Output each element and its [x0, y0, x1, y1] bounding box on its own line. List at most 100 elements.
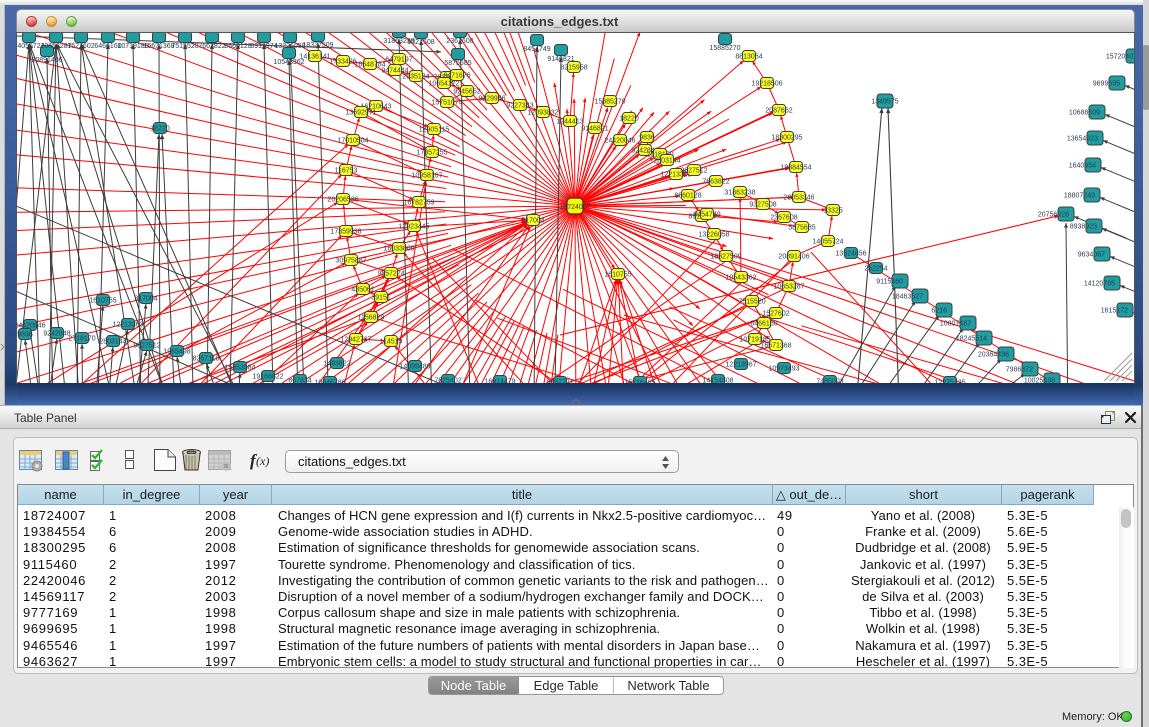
svg-text:9836: 9836	[639, 135, 655, 142]
svg-text:1349575: 1349575	[871, 99, 898, 106]
svg-text:9827512: 9827512	[133, 343, 160, 350]
svg-text:8660128: 8660128	[224, 43, 251, 50]
svg-text:10688609: 10688609	[1069, 110, 1100, 117]
svg-text:1244413: 1244413	[556, 119, 583, 126]
svg-text:10654122: 10654122	[428, 81, 459, 88]
svg-text:1640954: 1640954	[1069, 163, 1096, 170]
svg-text:13325: 13325	[823, 208, 843, 215]
svg-text:17357255: 17357255	[416, 150, 447, 157]
svg-text:15751074: 15751074	[431, 100, 462, 107]
svg-text:9634067: 9634067	[1078, 252, 1105, 259]
svg-text:7663822: 7663822	[198, 43, 225, 50]
svg-text:2718170: 2718170	[68, 336, 95, 343]
svg-text:5875685: 5875685	[444, 60, 471, 67]
svg-text:9242848: 9242848	[43, 331, 70, 338]
svg-text:6466160: 6466160	[750, 321, 777, 328]
svg-text:24420046: 24420046	[604, 138, 635, 145]
svg-text:1156829: 1156829	[358, 315, 385, 322]
svg-text:114519: 114519	[380, 339, 403, 346]
svg-text:252254: 252254	[864, 266, 887, 273]
svg-text:13654923: 13654923	[1067, 136, 1098, 143]
svg-text:14136141: 14136141	[299, 54, 330, 61]
svg-text:16671368: 16671368	[143, 43, 174, 50]
svg-text:18724007: 18724007	[559, 204, 590, 211]
svg-text:13524856: 13524856	[835, 251, 866, 258]
svg-text:2803144: 2803144	[653, 158, 680, 165]
svg-text:7515520: 7515520	[171, 43, 198, 50]
svg-text:9857224: 9857224	[377, 271, 404, 278]
svg-text:13692971: 13692971	[345, 110, 376, 117]
svg-text:7515520: 7515520	[738, 299, 765, 306]
svg-text:2803144: 2803144	[99, 339, 126, 346]
svg-text:9836: 9836	[17, 332, 33, 339]
svg-text:1527602: 1527602	[67, 43, 94, 50]
svg-text:1493822: 1493822	[323, 361, 350, 368]
svg-text:10958107: 10958107	[411, 173, 442, 180]
svg-text:1615172: 1615172	[1101, 308, 1128, 315]
svg-text:9146821: 9146821	[581, 126, 608, 133]
svg-text:20891406: 20891406	[778, 254, 809, 261]
svg-text:8454749: 8454749	[693, 212, 720, 219]
svg-text:1527602: 1527602	[762, 311, 789, 318]
svg-text:20206536: 20206536	[327, 197, 358, 204]
svg-text:9115460: 9115460	[876, 279, 903, 286]
svg-text:19384554: 19384554	[780, 165, 811, 172]
svg-text:7663822: 7663822	[702, 179, 729, 186]
svg-text:6216: 6216	[931, 308, 947, 315]
svg-text:15720407: 15720407	[1106, 54, 1134, 61]
svg-text:15885270: 15885270	[709, 45, 740, 52]
svg-text:18463627: 18463627	[892, 294, 923, 301]
svg-text:1610755: 1610755	[89, 298, 116, 305]
svg-text:8215958: 8215958	[560, 65, 587, 72]
svg-text:19166822: 19166822	[252, 374, 283, 381]
svg-text:16671368: 16671368	[760, 343, 791, 350]
svg-text:9327508: 9327508	[749, 202, 776, 209]
svg-text:9129946: 9129946	[478, 96, 505, 103]
svg-text:8454749: 8454749	[523, 46, 550, 53]
svg-text:18807249: 18807249	[1064, 193, 1095, 200]
svg-text:9227343: 9227343	[506, 103, 533, 110]
svg-text:14099489: 14099489	[399, 364, 430, 371]
svg-text:6479197: 6479197	[385, 57, 412, 64]
svg-text:(x): (x)	[256, 454, 269, 468]
svg-text:31863238: 31863238	[724, 190, 755, 197]
svg-text:18220: 18220	[619, 116, 639, 123]
svg-text:20756928: 20756928	[1038, 212, 1069, 219]
svg-text:12942737: 12942737	[340, 337, 371, 344]
svg-text:18327509: 18327509	[302, 42, 333, 49]
svg-text:17359938: 17359938	[330, 229, 361, 236]
svg-text:9699695: 9699695	[1093, 81, 1120, 88]
svg-text:17010504: 17010504	[337, 138, 368, 145]
svg-text:28053346: 28053346	[783, 195, 814, 202]
svg-text:8938923: 8938923	[1070, 224, 1097, 231]
svg-text:8660128: 8660128	[674, 193, 701, 200]
svg-text:817004: 817004	[521, 218, 544, 225]
svg-text:15353584: 15353584	[224, 365, 255, 372]
svg-text:2367608: 2367608	[446, 38, 473, 45]
svg-text:13226058: 13226058	[698, 232, 729, 239]
svg-text:7986372: 7986372	[1006, 367, 1033, 374]
svg-text:14120785: 14120785	[1084, 281, 1115, 288]
svg-text:10973493: 10973493	[768, 366, 799, 373]
svg-text:8267110: 8267110	[193, 356, 220, 363]
svg-text:30975887: 30975887	[335, 258, 366, 265]
svg-text:10653287: 10653287	[773, 284, 804, 291]
svg-text:1733426: 1733426	[329, 59, 356, 66]
svg-text:9245652: 9245652	[453, 89, 480, 96]
svg-text:18220: 18220	[150, 126, 170, 133]
svg-text:18245514: 18245514	[956, 336, 987, 343]
svg-text:10807487: 10807487	[940, 321, 971, 328]
svg-text:8813054: 8813054	[735, 54, 762, 61]
svg-text:12213967: 12213967	[725, 362, 756, 369]
svg-text:116753: 116753	[335, 168, 358, 175]
svg-text:1610755: 1610755	[604, 272, 631, 279]
svg-text:12093832: 12093832	[527, 110, 558, 117]
svg-text:39151: 39151	[371, 295, 391, 302]
svg-text:12923445: 12923445	[398, 224, 429, 231]
svg-text:817004: 817004	[134, 296, 157, 303]
svg-text:435061: 435061	[351, 287, 374, 294]
svg-text:16033809: 16033809	[383, 246, 414, 253]
svg-text:2367608: 2367608	[770, 215, 797, 222]
svg-text:18300295: 18300295	[771, 135, 802, 142]
svg-text:12905115: 12905115	[419, 127, 450, 134]
